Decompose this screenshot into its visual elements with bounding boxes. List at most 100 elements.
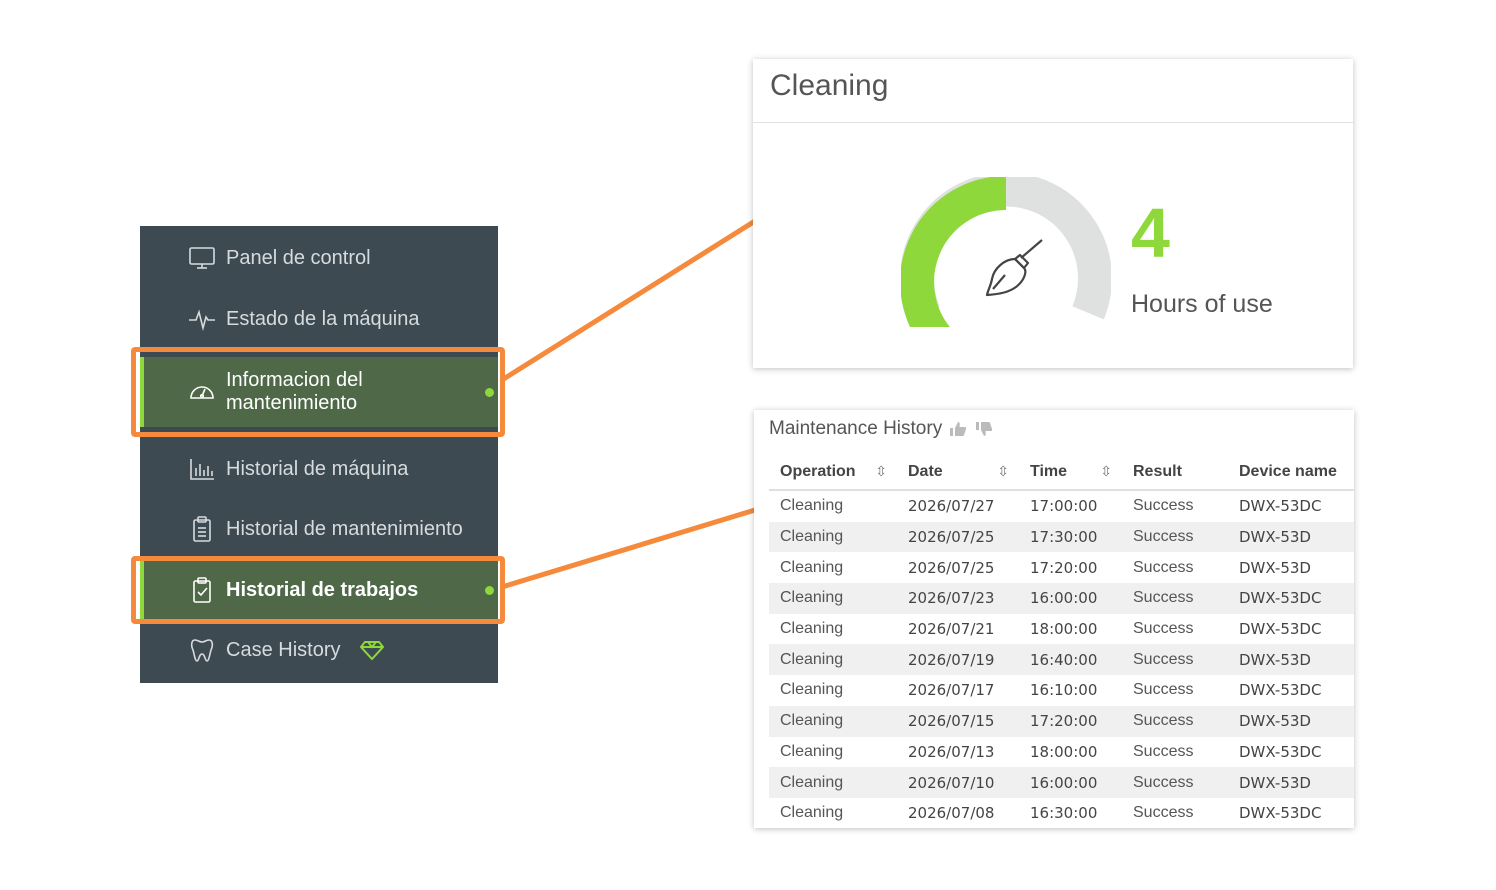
sidebar-item-label: Panel de control [226, 246, 371, 269]
cell-result: Success [1133, 681, 1194, 699]
sidebar-item-historial-maquina[interactable]: Historial de máquina [140, 439, 498, 499]
maintenance-history-title-text: Maintenance History [769, 418, 943, 439]
clipboard-list-icon [186, 513, 218, 545]
hours-unit-label: Hours of use [1131, 290, 1273, 318]
cell-time: 16:10:00 [1030, 681, 1098, 700]
cell-device-name: DWX-53D [1228, 521, 1354, 553]
thumbs-down-icon[interactable] [974, 420, 994, 438]
sidebar-item-case-history[interactable]: Case History [140, 620, 498, 680]
cell-device-name: DWX-53DC [1239, 742, 1322, 761]
broom-icon [985, 239, 1043, 297]
sidebar-item-label: Estado de la máquina [226, 307, 420, 330]
sort-icon[interactable]: ⇳ [1100, 463, 1112, 480]
table-body: Cleaning 2026/07/27 17:00:00 Success DWX-53D… [769, 490, 1354, 828]
cell-result: Success [1133, 620, 1194, 638]
column-header-date[interactable]: Date ⇳ [897, 455, 1019, 491]
sort-icon[interactable]: ⇳ [997, 463, 1009, 480]
cell-time: 16:00:00 [1019, 767, 1122, 798]
tooth-icon [186, 634, 218, 666]
connector-line-cleaning [500, 218, 757, 383]
cell-operation: Cleaning [769, 583, 897, 614]
cell-result: Success [1122, 767, 1228, 798]
cell-date: 2026/07/25 [908, 558, 995, 577]
highlight-box-job-history [131, 556, 505, 624]
cell-date: 2026/07/25 [897, 521, 1019, 553]
cell-device-name: DWX-53D [1228, 767, 1354, 798]
sidebar-item-label: Historial de máquina [226, 457, 409, 480]
cell-time: 17:20:00 [1030, 558, 1098, 577]
cell-device-name: DWX-53DC [1239, 620, 1322, 639]
cell-result: Success [1122, 521, 1228, 553]
cell-device-name: DWX-53DC [1239, 681, 1322, 700]
cell-time: 17:00:00 [1030, 497, 1098, 516]
highlight-box-maintenance-info [131, 347, 505, 437]
monitor-icon [186, 242, 218, 274]
table-row[interactable]: Cleaning 2026/07/27 17:00:00 Success DWX-53D… [769, 490, 1354, 522]
column-header-result[interactable]: Result [1122, 455, 1228, 491]
cell-date: 2026/07/23 [897, 583, 1019, 614]
cell-operation: Cleaning [780, 558, 844, 576]
cell-date: 2026/07/13 [908, 742, 995, 761]
cell-device-name: DWX-53D [1228, 644, 1354, 676]
cell-operation: Cleaning [780, 742, 844, 760]
column-header-label: Date [908, 463, 943, 480]
sidebar-item-label: Historial de mantenimiento [226, 517, 463, 540]
cell-date: 2026/07/27 [908, 497, 995, 516]
table-header-row: Operation ⇳ Date ⇳ Time ⇳ Result Device nam… [769, 455, 1354, 491]
thumbs-up-icon[interactable] [948, 420, 968, 438]
sidebar-item-panel-de-control[interactable]: Panel de control [140, 228, 498, 288]
cell-time: 17:20:00 [1019, 705, 1122, 737]
table-row[interactable]: Cleaning 2026/07/15 17:20:00 Success DWX-53D [769, 705, 1354, 737]
cell-time: 16:30:00 [1030, 804, 1098, 823]
cell-operation: Cleaning [769, 521, 897, 553]
column-header-label: Operation [780, 463, 856, 480]
sidebar-item-label: Case History [226, 638, 341, 661]
column-header-operation[interactable]: Operation ⇳ [769, 455, 897, 491]
column-header-device-name[interactable]: Device name [1228, 455, 1354, 491]
table-row[interactable]: Cleaning 2026/07/13 18:00:00 Success DWX-53D… [769, 737, 1354, 768]
column-header-label: Time [1030, 463, 1068, 480]
cell-operation: Cleaning [769, 705, 897, 737]
cell-result: Success [1122, 705, 1228, 737]
cell-device-name: DWX-53D [1239, 558, 1311, 577]
cell-result: Success [1133, 558, 1194, 576]
card-divider [753, 122, 1353, 123]
cell-date: 2026/07/10 [897, 767, 1019, 798]
cell-time: 18:00:00 [1030, 742, 1098, 761]
table-row[interactable]: Cleaning 2026/07/17 16:10:00 Success DWX-53D… [769, 675, 1354, 706]
cell-date: 2026/07/17 [908, 681, 995, 700]
pulse-icon [186, 303, 218, 335]
cell-operation: Cleaning [769, 644, 897, 676]
gauge-fill [901, 177, 1007, 327]
hours-value: 4 [1131, 194, 1170, 272]
cell-date: 2026/07/15 [897, 705, 1019, 737]
cell-device-name: DWX-53DC [1239, 497, 1322, 516]
cell-operation: Cleaning [769, 767, 897, 798]
cell-result: Success [1133, 804, 1194, 822]
cell-time: 16:40:00 [1019, 644, 1122, 676]
maintenance-history-table: Operation ⇳ Date ⇳ Time ⇳ Result Device nam… [769, 455, 1354, 828]
table-row[interactable]: Cleaning 2026/07/19 16:40:00 Success DWX-53D [769, 644, 1354, 676]
cleaning-gauge [901, 177, 1111, 327]
sort-icon[interactable]: ⇳ [875, 463, 887, 480]
table-row[interactable]: Cleaning 2026/07/23 16:00:00 Success DWX-53D… [769, 583, 1354, 614]
table-row[interactable]: Cleaning 2026/07/25 17:30:00 Success DWX-53D [769, 521, 1354, 553]
cleaning-card: Cleaning 4 Hours of use [753, 59, 1353, 368]
cell-time: 17:30:00 [1019, 521, 1122, 553]
table-row[interactable]: Cleaning 2026/07/21 18:00:00 Success DWX-53D… [769, 614, 1354, 645]
cell-operation: Cleaning [780, 681, 844, 699]
sidebar-item-estado-maquina[interactable]: Estado de la máquina [140, 289, 498, 349]
cell-device-name: DWX-53D [1228, 705, 1354, 737]
cell-result: Success [1122, 644, 1228, 676]
cell-operation: Cleaning [780, 497, 844, 515]
table-row[interactable]: Cleaning 2026/07/10 16:00:00 Success DWX-53D [769, 767, 1354, 798]
table-row[interactable]: Cleaning 2026/07/08 16:30:00 Success DWX-53D… [769, 798, 1354, 828]
column-header-time[interactable]: Time ⇳ [1019, 455, 1122, 491]
table-row[interactable]: Cleaning 2026/07/25 17:20:00 Success DWX-53D [769, 552, 1354, 583]
sidebar-item-historial-mantenimiento[interactable]: Historial de mantenimiento [140, 499, 498, 559]
cell-date: 2026/07/19 [897, 644, 1019, 676]
cell-operation: Cleaning [780, 804, 844, 822]
column-header-label: Device name [1239, 463, 1337, 480]
cell-result: Success [1133, 742, 1194, 760]
cell-operation: Cleaning [780, 620, 844, 638]
